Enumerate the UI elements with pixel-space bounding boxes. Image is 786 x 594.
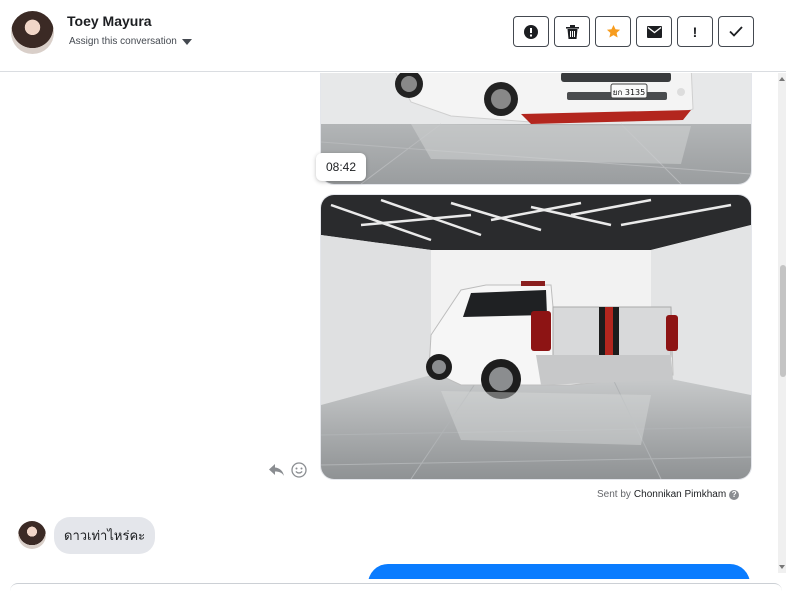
chevron-down-icon bbox=[181, 38, 192, 45]
emoji-reaction-icon[interactable] bbox=[291, 462, 307, 478]
check-icon bbox=[729, 26, 743, 37]
exclamation-icon: ! bbox=[692, 23, 698, 40]
star-icon bbox=[606, 24, 620, 38]
report-spam-button[interactable] bbox=[513, 16, 549, 47]
message-timestamp: 08:42 bbox=[316, 153, 367, 181]
sent-by-prefix: Sent by bbox=[597, 489, 631, 500]
truck-front-image: ยก 3135 bbox=[321, 73, 751, 184]
conversation-toolbar: ! bbox=[513, 16, 754, 47]
sent-photo-rear[interactable] bbox=[320, 194, 752, 480]
trash-icon bbox=[565, 24, 579, 39]
exclamation-circle-icon bbox=[524, 24, 538, 39]
assign-conversation-dropdown[interactable]: Assign this conversation bbox=[69, 36, 192, 47]
scroll-up-arrow-icon[interactable] bbox=[779, 77, 785, 81]
contact-avatar[interactable] bbox=[11, 11, 54, 54]
mark-unread-button[interactable] bbox=[636, 16, 672, 47]
conversation-header: Toey Mayura Assign this conversation ! bbox=[0, 0, 786, 72]
envelope-icon bbox=[646, 25, 662, 38]
help-icon[interactable]: ? bbox=[729, 489, 740, 500]
mark-done-button[interactable] bbox=[718, 16, 754, 47]
outgoing-message-bubble[interactable] bbox=[368, 564, 750, 579]
truck-rear-image bbox=[321, 195, 751, 479]
assign-label: Assign this conversation bbox=[69, 36, 177, 47]
delete-button[interactable] bbox=[554, 16, 590, 47]
incoming-message-bubble[interactable]: ดาวเท่าไหร่คะ bbox=[54, 517, 156, 554]
sent-by-label: Sent by Chonnikan Pimkham ? bbox=[597, 489, 740, 500]
follow-up-button[interactable]: ! bbox=[677, 16, 713, 47]
star-button[interactable] bbox=[595, 16, 631, 47]
license-plate-text: ยก 3135 bbox=[613, 88, 645, 97]
scroll-down-arrow-icon[interactable] bbox=[779, 565, 785, 569]
contact-name[interactable]: Toey Mayura bbox=[67, 13, 152, 29]
sender-avatar[interactable] bbox=[18, 521, 46, 549]
sent-by-name[interactable]: Chonnikan Pimkham bbox=[634, 489, 726, 500]
sent-photo-front[interactable]: ยก 3135 bbox=[320, 73, 752, 185]
message-actions bbox=[268, 462, 307, 478]
reply-icon[interactable] bbox=[268, 463, 285, 477]
scrollbar-thumb[interactable] bbox=[780, 265, 786, 377]
message-thread[interactable]: ยก 3135 08:42 Sent by Chonnikan Pimkham … bbox=[0, 73, 780, 579]
